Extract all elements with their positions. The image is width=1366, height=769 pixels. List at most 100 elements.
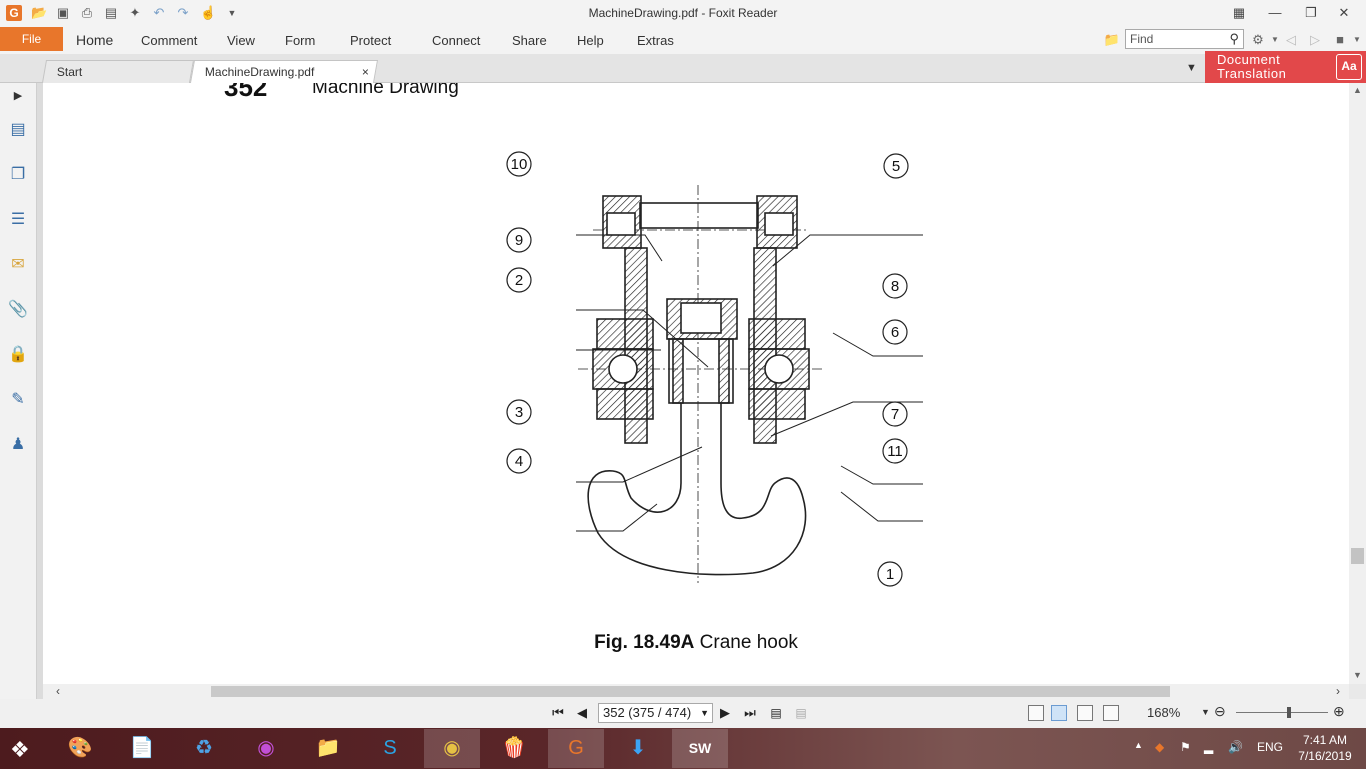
title-bar: G 📂 ▣ ⎙ ▤ ✦ ↶ ↷ ☝ ▼ MachineDrawing.pdf -…	[0, 0, 1366, 27]
undo-icon[interactable]: ↶	[151, 5, 167, 21]
menu-form[interactable]: Form	[285, 27, 315, 54]
zoom-slider-track[interactable]	[1236, 712, 1328, 713]
find-icon[interactable]: ⚲	[1229, 31, 1239, 47]
document-viewport[interactable]: 352 Machine Drawing 10 5 9 2 8 6 3 7 4 1…	[43, 83, 1349, 684]
solidworks-icon[interactable]: SW	[672, 729, 728, 768]
sync-app-icon[interactable]: ♻	[176, 729, 232, 768]
file-menu-button[interactable]: File	[0, 27, 63, 51]
continuous-view-icon[interactable]	[1051, 705, 1067, 721]
customize-dropdown-icon[interactable]: ▼	[224, 5, 240, 21]
zoom-out-icon[interactable]: ⊖	[1214, 703, 1226, 720]
scroll-down-icon[interactable]: ▼	[1352, 670, 1363, 682]
foxit-taskbar-icon[interactable]: G	[548, 729, 604, 768]
menu-protect[interactable]: Protect	[350, 27, 391, 54]
tab-machinedrawing[interactable]: MachineDrawing.pdf ×	[189, 60, 379, 83]
scroll-right-icon[interactable]: ›	[1336, 684, 1340, 698]
callout-9: 9	[506, 227, 532, 253]
hand-icon[interactable]: ☝	[200, 5, 216, 21]
user-comment-icon[interactable]: ♟	[7, 434, 29, 456]
facing-view-icon[interactable]	[1077, 705, 1093, 721]
windows-start-icon[interactable]: ❖	[10, 738, 38, 762]
bookmark-icon[interactable]: ▤	[7, 119, 29, 141]
tray-flag-icon[interactable]: ⚑	[1180, 740, 1191, 754]
new-icon[interactable]: ✦	[127, 5, 143, 21]
last-page-icon[interactable]: ⏭	[741, 704, 759, 722]
callout-10: 10	[506, 151, 532, 177]
pages-icon[interactable]: ❐	[7, 164, 29, 186]
comments-icon[interactable]: ✉	[7, 254, 29, 276]
download-app-icon[interactable]: ⬇	[610, 729, 666, 768]
close-button[interactable]: ✕	[1332, 3, 1356, 23]
find-input[interactable]: Find ⚲	[1125, 29, 1244, 49]
continuous-facing-view-icon[interactable]	[1103, 705, 1119, 721]
zoom-dropdown-icon[interactable]: ▼	[1201, 707, 1210, 717]
menu-comment[interactable]: Comment	[141, 27, 197, 54]
clock-time: 7:41 AM	[1302, 733, 1348, 747]
menu-home[interactable]: Home	[76, 27, 113, 54]
previous-view-icon[interactable]: ▤	[767, 704, 785, 722]
scroll-up-icon[interactable]: ▲	[1352, 85, 1363, 97]
security-lock-icon[interactable]: 🔒	[7, 344, 29, 366]
vertical-scroll-thumb[interactable]	[1351, 548, 1364, 564]
clock-date: 7/16/2019	[1298, 749, 1352, 763]
audio-app-icon[interactable]: ◉	[238, 729, 294, 768]
vertical-scrollbar[interactable]: ▲ ▼	[1349, 83, 1366, 684]
system-clock[interactable]: 7:41 AM 7/16/2019	[1290, 732, 1360, 764]
skype-icon[interactable]: S	[362, 729, 418, 768]
minimize-button[interactable]: —	[1263, 3, 1287, 23]
callout-7-label: 7	[891, 406, 899, 423]
account-icon[interactable]: ■	[1331, 31, 1349, 49]
tab-list-dropdown-icon[interactable]: ▼	[1186, 62, 1197, 74]
fullscreen-icon[interactable]: ▦	[1227, 3, 1251, 23]
properties-icon[interactable]: ▤	[103, 5, 119, 21]
menu-extras[interactable]: Extras	[637, 27, 674, 54]
page-dropdown-icon[interactable]: ▼	[700, 704, 709, 722]
print-icon[interactable]: ⎙	[79, 5, 95, 21]
first-page-icon[interactable]: ⏮	[549, 704, 567, 722]
zoom-slider-thumb[interactable]	[1287, 707, 1291, 718]
tray-security-icon[interactable]: ◆	[1155, 740, 1164, 754]
folder-search-icon[interactable]: 📁	[1103, 31, 1121, 49]
horizontal-scrollbar[interactable]: ‹ ›	[43, 684, 1349, 699]
network-icon[interactable]: ▂	[1204, 740, 1213, 754]
document-translation-button[interactable]: Document Translation Aa	[1205, 51, 1366, 83]
save-icon[interactable]: ▣	[55, 5, 71, 21]
menu-connect[interactable]: Connect	[432, 27, 480, 54]
tab-start-label: Start	[56, 65, 83, 79]
next-view-icon[interactable]: ▤	[792, 704, 810, 722]
notes-app-icon[interactable]: 📄	[114, 729, 170, 768]
zoom-in-icon[interactable]: ⊕	[1333, 703, 1345, 720]
layers-icon[interactable]: ☰	[7, 209, 29, 231]
redo-icon[interactable]: ↷	[175, 5, 191, 21]
tab-close-icon[interactable]: ×	[362, 61, 369, 83]
back-icon[interactable]: ◁	[1282, 31, 1300, 49]
scroll-left-icon[interactable]: ‹	[56, 684, 60, 698]
single-page-view-icon[interactable]	[1028, 705, 1044, 721]
menu-share[interactable]: Share	[512, 27, 547, 54]
signature-icon[interactable]: ✎	[7, 389, 29, 411]
restore-button[interactable]: ❐	[1299, 3, 1323, 23]
settings-icon[interactable]: ⚙	[1249, 31, 1267, 49]
callout-2: 2	[506, 267, 532, 293]
open-icon[interactable]: 📂	[31, 5, 47, 21]
page-number-input[interactable]: 352 (375 / 474) ▼	[598, 703, 713, 723]
language-indicator[interactable]: ENG	[1257, 740, 1283, 754]
next-page-icon[interactable]: ▶	[716, 704, 734, 722]
volume-icon[interactable]: 🔊	[1228, 740, 1243, 754]
tab-start[interactable]: Start	[41, 60, 195, 83]
previous-page-icon[interactable]: ◀	[573, 704, 591, 722]
paint-app-icon[interactable]: 🎨	[52, 729, 108, 768]
forward-icon[interactable]: ▷	[1306, 31, 1324, 49]
app-logo-icon[interactable]: G	[6, 5, 22, 21]
file-explorer-icon[interactable]: 📁	[300, 729, 356, 768]
menu-help[interactable]: Help	[577, 27, 604, 54]
attachment-icon[interactable]: 📎	[7, 299, 29, 321]
zoom-level[interactable]: 168%	[1147, 705, 1180, 720]
menu-view[interactable]: View	[227, 27, 255, 54]
popcorn-app-icon[interactable]: 🍿	[486, 729, 542, 768]
account-dropdown-icon[interactable]: ▼	[1348, 31, 1366, 49]
horizontal-scroll-thumb[interactable]	[211, 686, 1170, 697]
tray-expand-icon[interactable]: ▲	[1134, 740, 1143, 750]
expand-panel-icon[interactable]: ▶	[7, 85, 29, 107]
chrome-icon[interactable]: ◉	[424, 729, 480, 768]
